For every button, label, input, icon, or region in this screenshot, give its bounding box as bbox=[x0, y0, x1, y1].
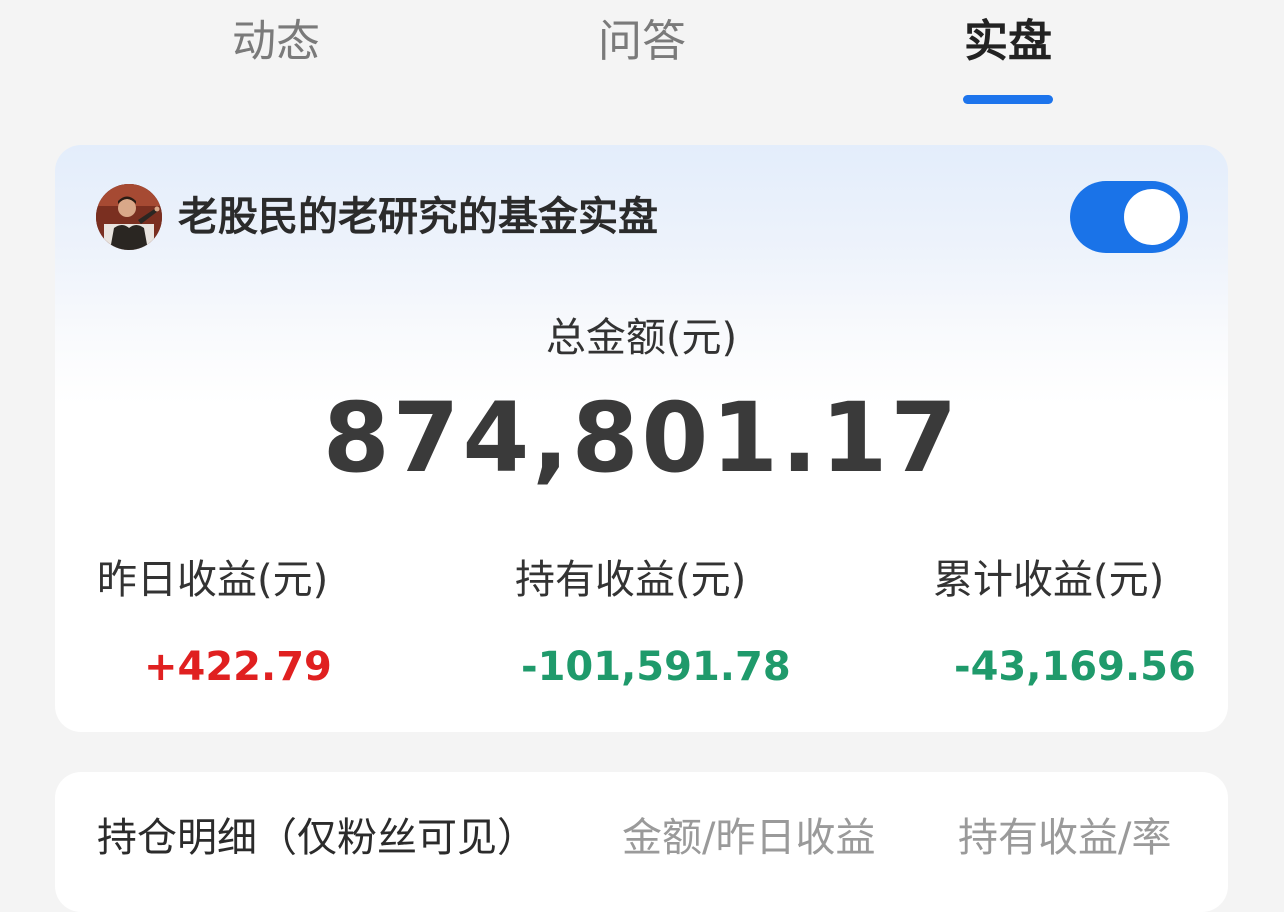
tab-bar: 动态 问答 实盘 bbox=[0, 0, 1284, 110]
visibility-toggle[interactable] bbox=[1070, 181, 1188, 253]
holdings-column-amount[interactable]: 金额/昨日收益 bbox=[622, 810, 875, 866]
yesterday-income-value: +422.79 bbox=[144, 644, 332, 690]
tab-portfolio[interactable]: 实盘 bbox=[888, 12, 1128, 72]
tab-dynamics[interactable]: 动态 bbox=[156, 12, 396, 72]
cumulative-income-label: 累计收益(元) bbox=[933, 557, 1165, 603]
toggle-knob bbox=[1124, 189, 1180, 245]
portfolio-summary-card: 老股民的老研究的基金实盘 总金额(元) 874,801.17 昨日收益(元) 持… bbox=[55, 145, 1228, 732]
total-amount-value: 874,801.17 bbox=[322, 382, 961, 494]
tab-qa[interactable]: 问答 bbox=[522, 12, 762, 72]
avatar-image bbox=[96, 184, 162, 250]
holdings-title: 持仓明细（仅粉丝可见） bbox=[97, 815, 537, 861]
holding-income-value: -101,591.78 bbox=[521, 644, 791, 690]
account-title: 老股民的老研究的基金实盘 bbox=[178, 194, 658, 240]
total-amount-label: 总金额(元) bbox=[545, 315, 738, 361]
avatar[interactable] bbox=[96, 184, 162, 250]
yesterday-income-label: 昨日收益(元) bbox=[97, 557, 329, 603]
holding-income-label: 持有收益(元) bbox=[515, 557, 747, 603]
active-tab-indicator bbox=[963, 95, 1053, 104]
holdings-card: 持仓明细（仅粉丝可见） 金额/昨日收益 持有收益/率 bbox=[55, 772, 1228, 912]
cumulative-income-value: -43,169.56 bbox=[954, 644, 1196, 690]
holdings-column-return[interactable]: 持有收益/率 bbox=[958, 810, 1171, 866]
